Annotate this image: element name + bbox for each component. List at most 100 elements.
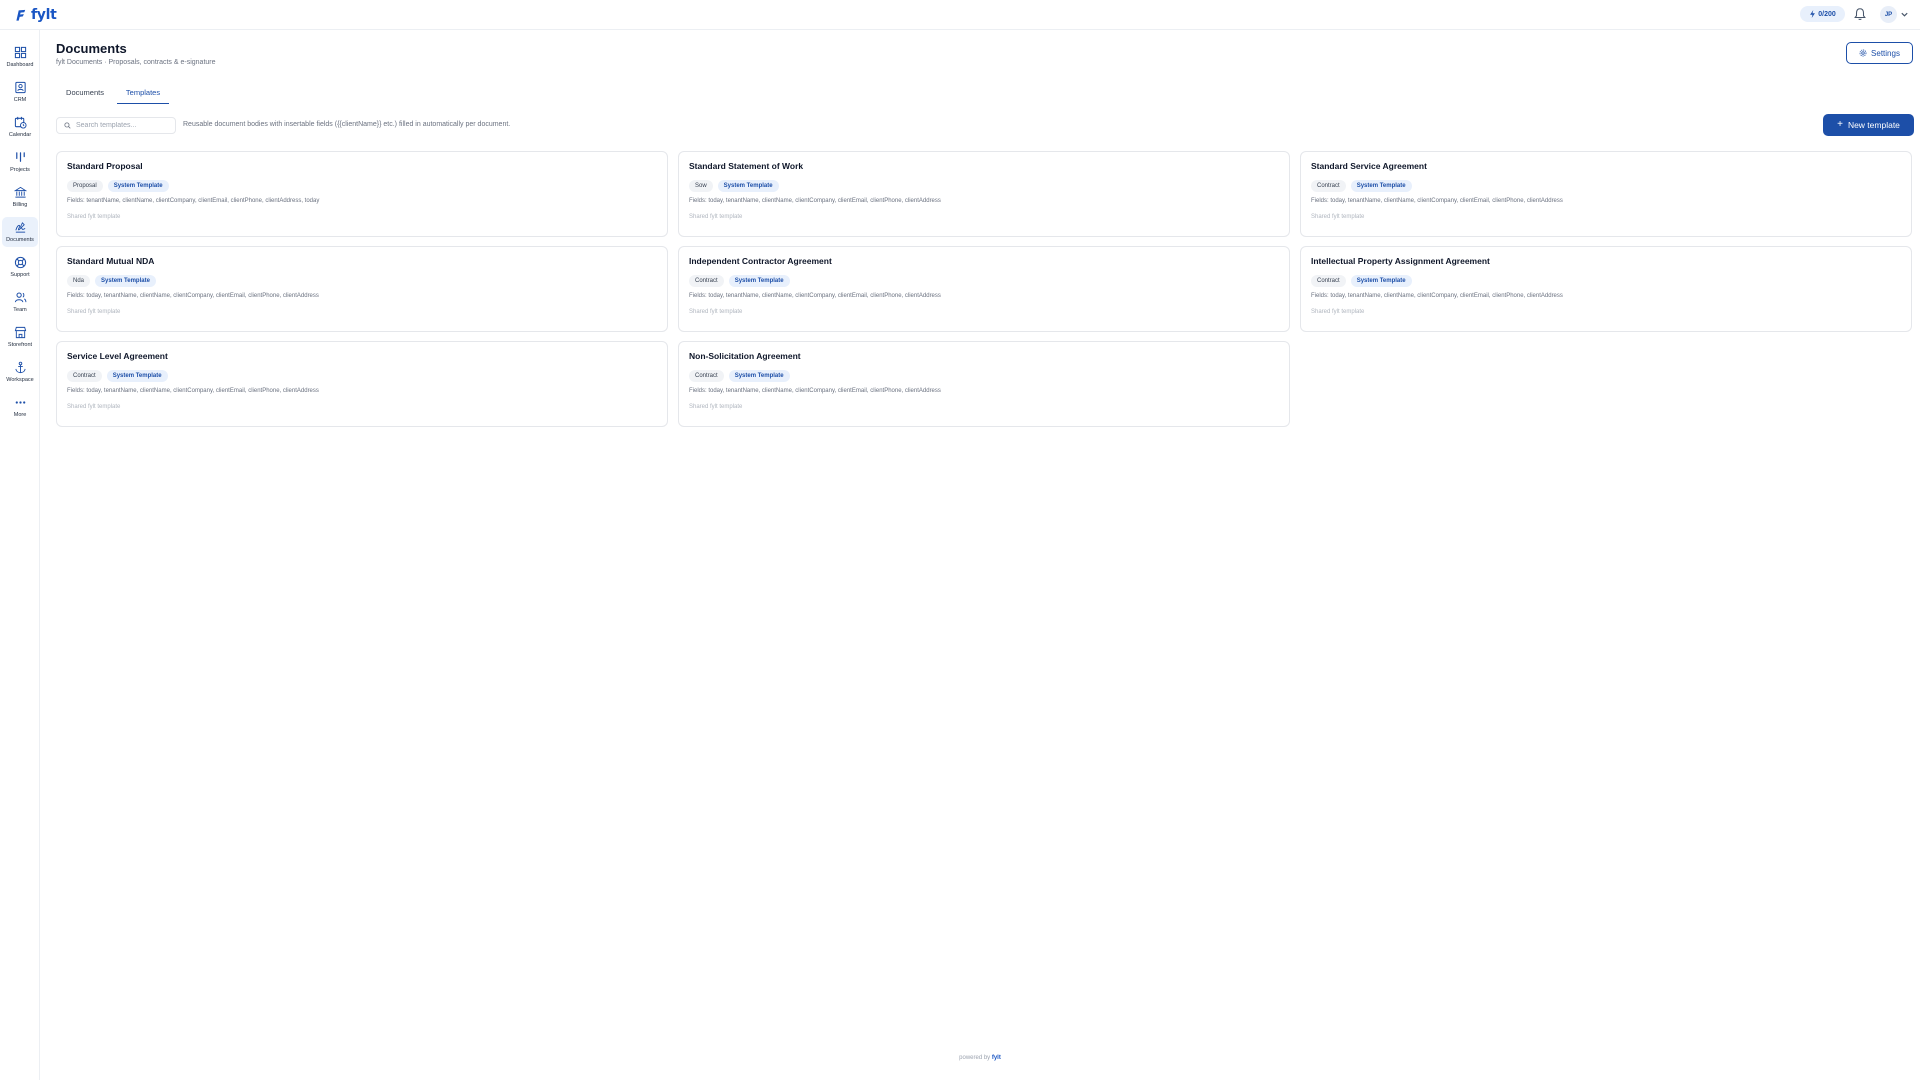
system-template-badge: System Template [107,180,169,192]
template-footer: Shared fylt template [1311,309,1365,315]
template-fields: Fields: tenantName, clientName, clientCo… [67,198,320,204]
fylt-logo-icon [16,9,26,21]
sidebar-item-label: Support [10,272,30,278]
template-fields: Fields: today, tenantName, clientName, c… [67,388,319,394]
template-card[interactable]: Standard Statement of Work Sow System Tem… [678,151,1290,237]
lifebuoy-icon [14,256,26,269]
template-card[interactable]: Standard Mutual NDA Nda System Template F… [56,246,668,332]
template-card[interactable]: Standard Service Agreement Contract Syste… [1300,151,1912,237]
search-box[interactable] [56,117,176,134]
sidebar-item-projects[interactable]: Projects [2,147,38,177]
plus-icon: + [1837,119,1843,130]
brand-name: fylt [31,7,57,23]
sidebar-item-team[interactable]: Team [2,287,38,317]
page-title: Documents [56,41,127,56]
avatar[interactable]: JP [1880,6,1897,23]
sidebar-item-documents[interactable]: Documents [2,217,38,247]
type-badge: Contract [67,370,102,382]
sidebar-item-billing[interactable]: Billing [2,182,38,212]
tab-templates[interactable]: Templates [117,84,169,104]
powered-by-footer: powered by fylt [0,1055,1920,1061]
template-fields: Fields: today, tenantName, clientName, c… [689,293,941,299]
template-title: Service Level Agreement [67,351,168,361]
sidebar-item-storefront[interactable]: Storefront [2,322,38,352]
template-title: Standard Mutual NDA [67,256,155,266]
sidebar-item-label: Workspace [6,377,34,383]
template-title: Standard Proposal [67,161,143,171]
users-icon [14,292,26,303]
search-input[interactable] [76,122,171,129]
system-template-badge: System Template [728,275,790,287]
sidebar-item-calendar[interactable]: Calendar [2,112,38,142]
contact-card-icon [14,81,26,94]
sidebar-item-workspace[interactable]: Workspace [2,357,38,387]
sidebar-item-label: Storefront [7,342,33,348]
type-badge: Sow [689,180,713,192]
template-title: Intellectual Property Assignment Agreeme… [1311,256,1490,266]
sidebar-item-more[interactable]: More [2,392,38,422]
sidebar-item-crm[interactable]: CRM [2,77,38,107]
template-footer: Shared fylt template [1311,214,1365,220]
calendar-clock-icon [14,116,27,129]
template-footer: Shared fylt template [67,309,121,315]
tab-documents[interactable]: Documents [56,84,114,104]
settings-label: Settings [1871,48,1900,58]
type-badge: Contract [689,275,724,287]
credits-count: 0/200 [1818,10,1836,18]
signature-icon [14,222,25,233]
template-card[interactable]: Independent Contractor Agreement Contrac… [678,246,1290,332]
template-footer: Shared fylt template [689,404,743,410]
settings-button[interactable]: Settings [1846,42,1913,64]
template-card[interactable]: Standard Proposal Proposal System Templat… [56,151,668,237]
footer-brand: fylt [991,1055,1001,1061]
top-bar: fylt 0/200 JP [0,0,1920,30]
template-card[interactable]: Non-Solicitation Agreement Contract Syste… [678,341,1290,427]
bell-icon[interactable] [1853,7,1867,21]
template-footer: Shared fylt template [67,214,121,220]
bank-icon [13,186,27,198]
chevron-down-icon[interactable] [1900,10,1909,19]
brand-logo[interactable]: fylt [15,7,57,23]
system-template-badge: System Template [728,370,790,382]
sidebar-item-dashboard[interactable]: Dashboard [2,42,38,72]
grid-icon [14,46,26,59]
sidebar-item-label: Billing [12,202,28,208]
sidebar-item-label: Documents [6,237,34,243]
kanban-icon [15,152,25,162]
new-template-button[interactable]: + New template [1823,114,1914,136]
template-fields: Fields: today, tenantName, clientName, c… [1311,198,1563,204]
system-template-badge: System Template [95,275,156,287]
type-badge: Contract [1311,180,1346,192]
sidebar-item-label: Team [13,307,27,313]
template-fields: Fields: today, tenantName, clientName, c… [689,198,941,204]
sidebar-item-label: More [13,412,27,418]
powered-by-text: powered by [959,1055,991,1061]
credits-badge[interactable]: 0/200 [1800,6,1845,22]
sidebar: Dashboard CRM Calendar Projects Billing … [0,30,40,1080]
template-footer: Shared fylt template [67,404,121,410]
system-template-badge: System Template [106,370,168,382]
template-card[interactable]: Intellectual Property Assignment Agreeme… [1300,246,1912,332]
template-fields: Fields: today, tenantName, clientName, c… [689,388,941,394]
template-fields: Fields: today, tenantName, clientName, c… [1311,293,1563,299]
lightning-icon [1810,10,1816,18]
system-template-badge: System Template [1350,275,1412,287]
type-badge: Contract [689,370,724,382]
template-title: Non-Solicitation Agreement [689,351,801,361]
type-badge: Nda [67,275,91,287]
system-template-badge: System Template [717,180,779,192]
gear-icon [1859,49,1867,57]
sidebar-item-support[interactable]: Support [2,252,38,282]
search-icon [64,122,71,129]
template-card[interactable]: Service Level Agreement Contract System T… [56,341,668,427]
page-subtitle: fylt Documents · Proposals, contracts & … [56,59,216,66]
sidebar-item-label: Dashboard [6,62,34,68]
template-title: Independent Contractor Agreement [689,256,832,266]
template-title: Standard Statement of Work [689,161,804,171]
template-footer: Shared fylt template [689,214,743,220]
template-footer: Shared fylt template [689,309,743,315]
sidebar-item-label: Calendar [8,132,32,138]
more-dots-icon [15,401,25,404]
store-icon [14,326,26,339]
template-title: Standard Service Agreement [1311,161,1427,171]
